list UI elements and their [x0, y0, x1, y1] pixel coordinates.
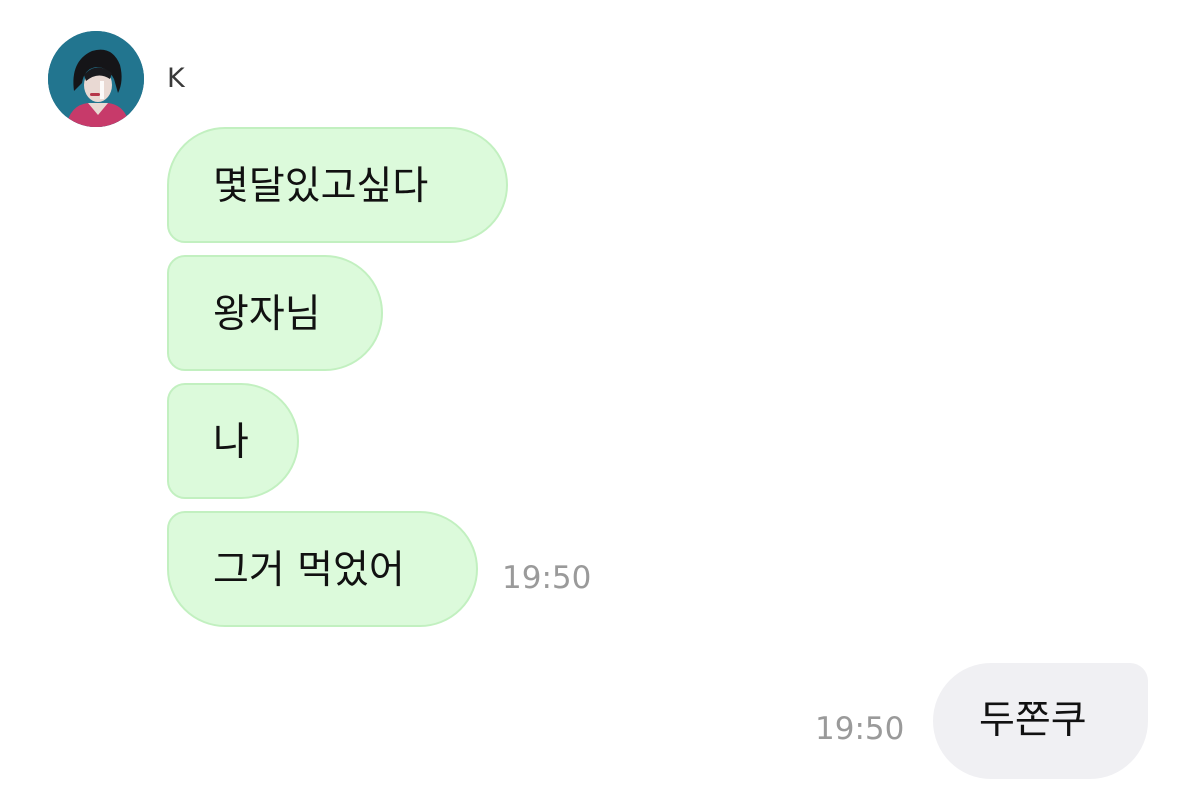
- message-text: 그거 먹었어: [213, 548, 405, 593]
- incoming-message[interactable]: 나: [167, 383, 299, 499]
- profile-photo-icon: [48, 31, 144, 127]
- sender-name: K: [167, 63, 185, 94]
- message-text: 몇달있고싶다: [213, 164, 429, 209]
- message-text: 두쫀쿠: [979, 698, 1087, 743]
- outgoing-message[interactable]: 두쫀쿠: [933, 663, 1148, 779]
- incoming-message[interactable]: 그거 먹었어: [167, 511, 478, 627]
- incoming-message[interactable]: 왕자님: [167, 255, 383, 371]
- avatar[interactable]: [48, 31, 144, 127]
- incoming-timestamp: 19:50: [502, 560, 592, 596]
- outgoing-timestamp: 19:50: [815, 711, 905, 747]
- message-text: 왕자님: [213, 292, 321, 337]
- message-text: 나: [213, 420, 249, 465]
- incoming-message[interactable]: 몇달있고싶다: [167, 127, 508, 243]
